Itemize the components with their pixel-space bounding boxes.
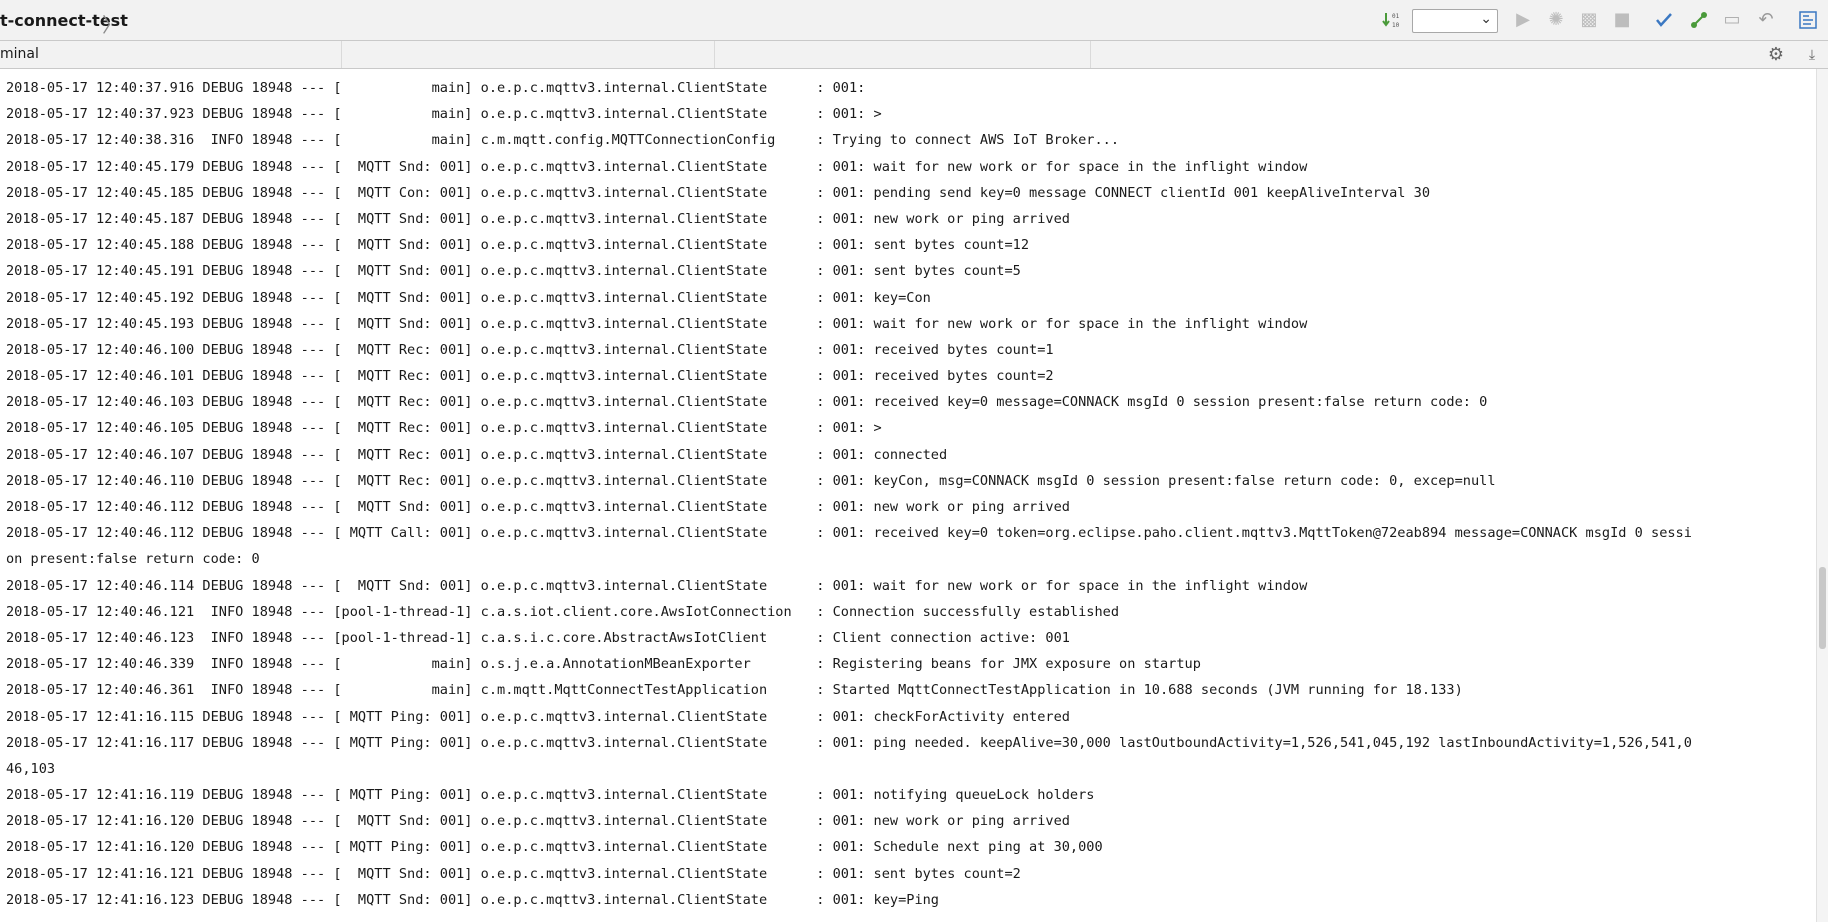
log-line: 2018-05-17 12:40:46.361 INFO 18948 --- [… bbox=[6, 682, 1463, 699]
log-line: 2018-05-17 12:40:45.192 DEBUG 18948 --- … bbox=[6, 289, 931, 306]
log-line: 2018-05-17 12:40:45.188 DEBUG 18948 --- … bbox=[6, 237, 1030, 254]
log-line: 2018-05-17 12:40:46.112 DEBUG 18948 --- … bbox=[6, 525, 1692, 542]
log-line: 2018-05-17 12:40:45.187 DEBUG 18948 --- … bbox=[6, 210, 1070, 227]
hide-panel-icon[interactable]: ⤓ bbox=[1800, 43, 1824, 67]
log-line: 2018-05-17 12:40:46.101 DEBUG 18948 --- … bbox=[6, 368, 1054, 385]
svg-text:01: 01 bbox=[1392, 13, 1400, 20]
breadcrumb-separator-icon: 〉 bbox=[102, 13, 122, 37]
log-line: 2018-05-17 12:40:46.114 DEBUG 18948 --- … bbox=[6, 577, 1308, 594]
main-toolbar: t-connect-test 〉 01 10 ⌄ ▶ ✺ ▩ ■ ▭ ↶ bbox=[0, 0, 1828, 41]
vcs-revert-icon[interactable]: ↶ bbox=[1754, 8, 1778, 32]
vcs-compare-icon[interactable]: ▭ bbox=[1720, 8, 1744, 32]
log-line: 2018-05-17 12:40:46.107 DEBUG 18948 --- … bbox=[6, 446, 948, 463]
log-line: 2018-05-17 12:40:45.179 DEBUG 18948 --- … bbox=[6, 158, 1308, 175]
log-line: 2018-05-17 12:40:46.112 DEBUG 18948 --- … bbox=[6, 499, 1070, 515]
vcs-update-icon[interactable] bbox=[1652, 8, 1676, 32]
run-icon[interactable]: ▶ bbox=[1511, 8, 1535, 32]
log-line: 2018-05-17 12:40:46.103 DEBUG 18948 --- … bbox=[6, 394, 1488, 411]
tab-divider bbox=[714, 41, 715, 68]
structure-icon[interactable] bbox=[1796, 8, 1820, 32]
tool-window-header: minal ⚙ ⤓ bbox=[0, 41, 1828, 69]
log-line: 2018-05-17 12:40:45.191 DEBUG 18948 --- … bbox=[6, 263, 1021, 280]
log-line: 2018-05-17 12:40:46.339 INFO 18948 --- [… bbox=[6, 656, 1201, 673]
sort-icon[interactable]: 01 10 bbox=[1380, 8, 1404, 32]
log-line: 2018-05-17 12:41:16.115 DEBUG 18948 --- … bbox=[6, 708, 1070, 725]
tab-divider bbox=[1090, 41, 1091, 68]
log-line: 2018-05-17 12:41:16.123 DEBUG 18948 --- … bbox=[6, 891, 939, 908]
vcs-commit-icon[interactable] bbox=[1687, 8, 1711, 32]
log-line: 2018-05-17 12:40:37.923 DEBUG 18948 --- … bbox=[6, 106, 882, 123]
log-line: on present:false return code: 0 bbox=[6, 551, 260, 568]
log-line: 2018-05-17 12:40:46.100 DEBUG 18948 --- … bbox=[6, 341, 1054, 358]
log-line: 2018-05-17 12:40:46.123 INFO 18948 --- [… bbox=[6, 629, 1070, 646]
tab-divider bbox=[341, 41, 342, 68]
log-line: 2018-05-17 12:40:38.316 INFO 18948 --- [… bbox=[6, 132, 1120, 149]
console-output[interactable]: 2018-05-17 12:40:37.916 DEBUG 18948 --- … bbox=[0, 69, 1816, 922]
log-line: 2018-05-17 12:40:45.185 DEBUG 18948 --- … bbox=[6, 184, 1431, 201]
chevron-down-icon: ⌄ bbox=[1480, 11, 1492, 27]
log-line: 2018-05-17 12:40:45.193 DEBUG 18948 --- … bbox=[6, 315, 1308, 332]
coverage-icon[interactable]: ▩ bbox=[1577, 8, 1601, 32]
log-line: 2018-05-17 12:40:37.916 DEBUG 18948 --- … bbox=[6, 80, 866, 96]
log-line: 2018-05-17 12:41:16.117 DEBUG 18948 --- … bbox=[6, 734, 1692, 751]
log-line: 2018-05-17 12:40:46.110 DEBUG 18948 --- … bbox=[6, 472, 1496, 489]
tab-terminal[interactable]: minal bbox=[0, 46, 39, 62]
debug-icon[interactable]: ✺ bbox=[1544, 8, 1568, 32]
log-lines: 2018-05-17 12:40:37.916 DEBUG 18948 --- … bbox=[0, 69, 1816, 913]
scrollbar-thumb[interactable] bbox=[1819, 567, 1826, 649]
vertical-scrollbar[interactable] bbox=[1816, 69, 1828, 922]
log-line: 2018-05-17 12:41:16.120 DEBUG 18948 --- … bbox=[6, 813, 1070, 830]
svg-text:10: 10 bbox=[1392, 22, 1400, 29]
run-configuration-select[interactable]: ⌄ bbox=[1412, 9, 1498, 33]
log-line: 46,103 bbox=[6, 760, 56, 777]
log-line: 2018-05-17 12:40:46.105 DEBUG 18948 --- … bbox=[6, 420, 882, 437]
log-line: 2018-05-17 12:41:16.119 DEBUG 18948 --- … bbox=[6, 787, 1095, 804]
log-line: 2018-05-17 12:40:46.121 INFO 18948 --- [… bbox=[6, 603, 1120, 620]
stop-icon[interactable]: ■ bbox=[1610, 8, 1634, 32]
log-line: 2018-05-17 12:41:16.121 DEBUG 18948 --- … bbox=[6, 865, 1021, 882]
gear-icon[interactable]: ⚙ bbox=[1764, 43, 1788, 67]
log-line: 2018-05-17 12:41:16.120 DEBUG 18948 --- … bbox=[6, 839, 1103, 856]
